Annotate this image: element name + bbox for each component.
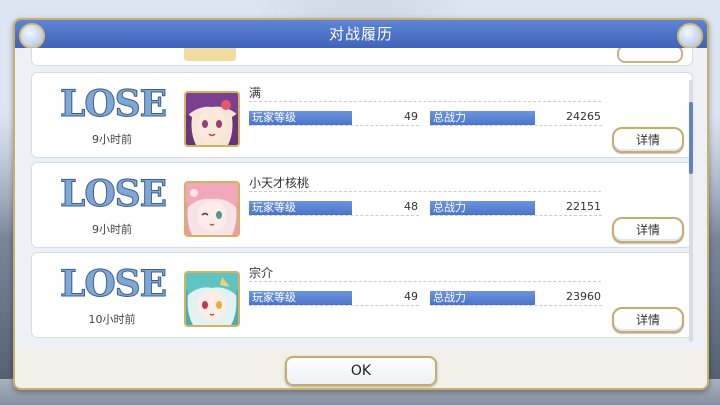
total-power-label: 总战力	[430, 111, 535, 125]
scrollbar-thumb[interactable]	[689, 102, 693, 174]
result-label: LOSE	[60, 263, 168, 306]
divider	[249, 281, 601, 282]
battle-history-dialog: 对战履历 LOSE 9小时前 满 玩家等级 49 总战力 24265 详情 LO…	[13, 18, 709, 390]
detail-button[interactable]: 详情	[612, 127, 684, 153]
player-name: 宗介	[249, 266, 274, 280]
divider	[249, 101, 601, 102]
player-level-value: 48	[404, 200, 418, 213]
total-power-value: 24265	[566, 110, 601, 123]
total-power-label: 总战力	[430, 291, 535, 305]
dialog-title: 对战履历	[328, 25, 393, 43]
avatar-partial	[184, 48, 236, 61]
record-card: LOSE 9小时前 小天才核桃 玩家等级 48 总战力 22151 详情	[31, 162, 693, 248]
detail-button[interactable]: 详情	[612, 307, 684, 333]
ornament-icon	[677, 23, 703, 49]
total-power-value: 23960	[566, 290, 601, 303]
divider	[430, 215, 602, 216]
record-card-partial	[31, 48, 693, 66]
result-label: LOSE	[60, 173, 168, 216]
player-level-label: 玩家等级	[249, 201, 352, 215]
ornament-icon	[19, 23, 45, 49]
divider	[249, 125, 419, 126]
divider	[249, 215, 419, 216]
divider	[249, 305, 419, 306]
battle-record-list[interactable]: LOSE 9小时前 满 玩家等级 49 总战力 24265 详情 LOSE 9小…	[15, 48, 707, 350]
time-ago: 10小时前	[88, 313, 136, 326]
detail-button[interactable]: 详情	[612, 217, 684, 243]
player-level-value: 49	[404, 290, 418, 303]
result-label: LOSE	[60, 83, 168, 126]
time-ago: 9小时前	[92, 133, 132, 146]
player-avatar[interactable]	[184, 271, 240, 327]
dialog-title-bar: 对战履历	[15, 20, 707, 49]
player-level-label: 玩家等级	[249, 291, 352, 305]
divider	[430, 125, 602, 126]
player-level-value: 49	[404, 110, 418, 123]
record-card: LOSE 10小时前 宗介 玩家等级 49 总战力 23960 详情	[31, 252, 693, 338]
divider	[430, 305, 602, 306]
player-avatar[interactable]	[184, 181, 240, 237]
dialog-footer: OK	[15, 350, 707, 388]
ok-button[interactable]: OK	[285, 356, 437, 386]
divider	[249, 191, 601, 192]
time-ago: 9小时前	[92, 223, 132, 236]
player-name: 满	[249, 86, 262, 100]
player-name: 小天才核桃	[249, 176, 310, 190]
detail-button-partial	[617, 48, 683, 63]
player-level-label: 玩家等级	[249, 111, 352, 125]
total-power-label: 总战力	[430, 201, 535, 215]
total-power-value: 22151	[566, 200, 601, 213]
record-card: LOSE 9小时前 满 玩家等级 49 总战力 24265 详情	[31, 72, 693, 158]
player-avatar[interactable]	[184, 91, 240, 147]
